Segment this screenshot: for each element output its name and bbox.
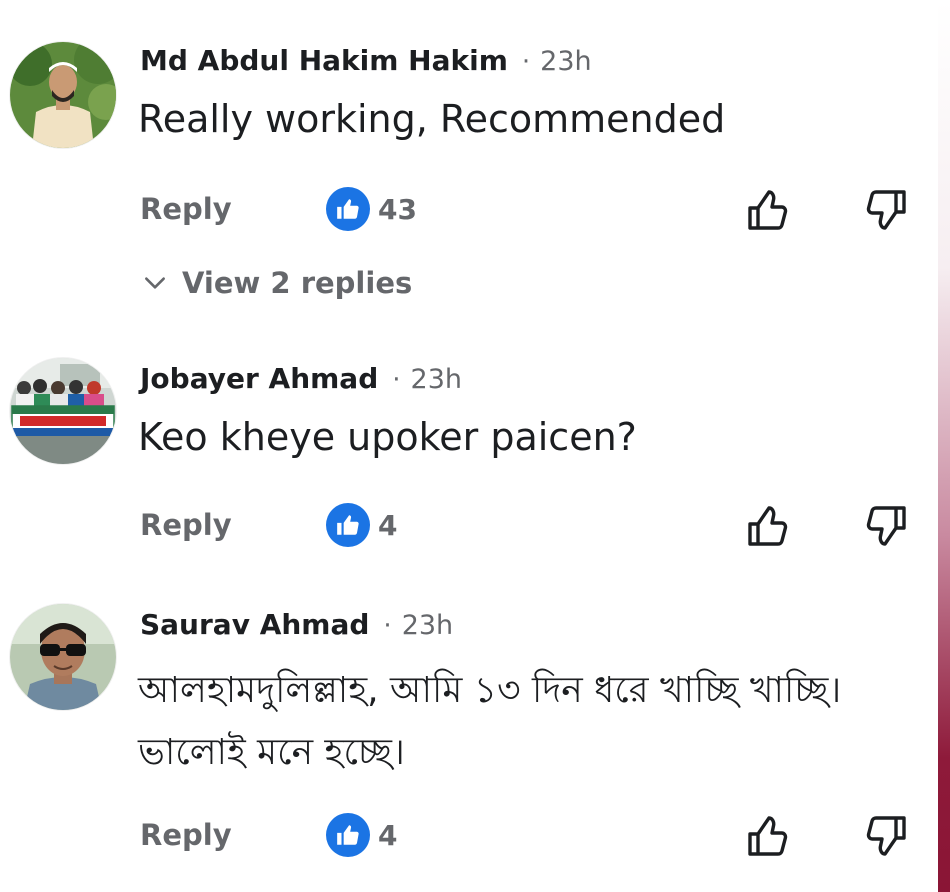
- thumb-up-outline-icon: [748, 190, 788, 230]
- thumb-down-outline-icon: [866, 506, 906, 546]
- comment-actions: Reply 4: [140, 812, 920, 860]
- upvote-button[interactable]: [744, 812, 792, 860]
- thumb-up-outline-icon: [748, 506, 788, 546]
- thumbs-up-icon: [326, 813, 370, 857]
- person-sunglasses-avatar-icon: [10, 604, 116, 710]
- comment-header: Saurav Ahmad · 23h: [140, 608, 453, 641]
- reaction-summary[interactable]: 4: [326, 502, 397, 548]
- author-name[interactable]: Md Abdul Hakim Hakim: [140, 44, 508, 77]
- view-replies-button[interactable]: View 2 replies: [142, 266, 412, 300]
- comment-text: আলহামদুলিল্লাহ, আমি ১৩ দিন ধরে খাচ্ছি খা…: [138, 670, 842, 773]
- like-count: 4: [378, 818, 398, 852]
- timestamp[interactable]: 23h: [402, 610, 453, 641]
- avatar[interactable]: [10, 42, 116, 148]
- chevron-down-icon: [145, 277, 165, 289]
- reaction-summary[interactable]: 43: [326, 186, 417, 232]
- reply-button[interactable]: Reply: [140, 818, 232, 852]
- thumb-up-outline-icon: [748, 816, 788, 856]
- like-count: 43: [378, 192, 417, 226]
- reply-button[interactable]: Reply: [140, 508, 232, 542]
- group-banner-avatar-icon: [10, 358, 116, 464]
- thumbs-up-icon: [326, 503, 370, 547]
- separator-dot: ·: [392, 365, 401, 395]
- separator-dot: ·: [383, 611, 392, 641]
- thumbs-up-icon: [326, 187, 370, 231]
- avatar[interactable]: [10, 358, 116, 464]
- reaction-summary[interactable]: 4: [326, 812, 397, 858]
- upvote-button[interactable]: [744, 502, 792, 550]
- comment-text: Keo kheye upoker paicen?: [138, 415, 637, 459]
- comment-header: Md Abdul Hakim Hakim · 23h: [140, 44, 592, 77]
- comment-actions: Reply 4: [140, 502, 920, 550]
- author-name[interactable]: Jobayer Ahmad: [140, 362, 378, 395]
- person-avatar-icon: [10, 42, 116, 148]
- window-edge: [938, 0, 950, 892]
- like-count: 4: [378, 508, 398, 542]
- downvote-button[interactable]: [862, 186, 910, 234]
- view-replies-label: View 2 replies: [182, 266, 413, 300]
- timestamp[interactable]: 23h: [540, 46, 591, 77]
- author-name[interactable]: Saurav Ahmad: [140, 608, 369, 641]
- thumb-down-outline-icon: [866, 816, 906, 856]
- downvote-button[interactable]: [862, 502, 910, 550]
- comment-text: Really working, Recommended: [138, 97, 726, 141]
- comment-actions: Reply 43: [140, 186, 920, 234]
- downvote-button[interactable]: [862, 812, 910, 860]
- upvote-button[interactable]: [744, 186, 792, 234]
- avatar[interactable]: [10, 604, 116, 710]
- thumb-down-outline-icon: [866, 190, 906, 230]
- comment-header: Jobayer Ahmad · 23h: [140, 362, 462, 395]
- comments-panel: Md Abdul Hakim Hakim · 23h Really workin…: [0, 0, 950, 892]
- timestamp[interactable]: 23h: [411, 364, 462, 395]
- reply-button[interactable]: Reply: [140, 192, 232, 226]
- separator-dot: ·: [521, 47, 531, 77]
